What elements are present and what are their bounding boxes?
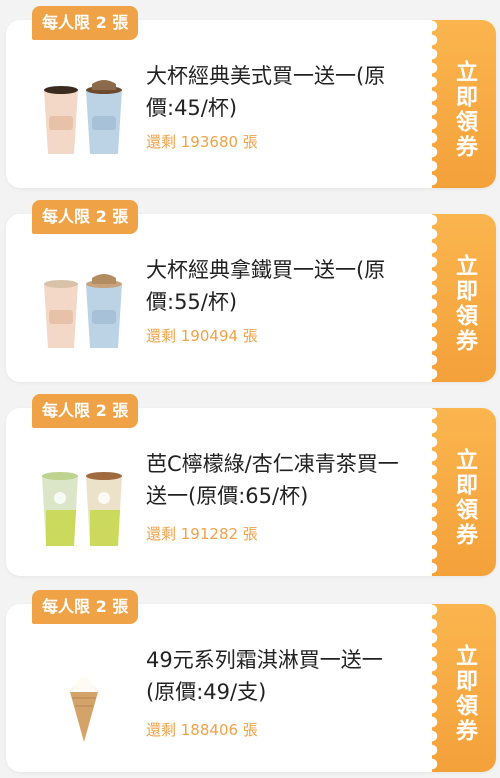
claim-coupon-button[interactable]: 立即領券 xyxy=(426,214,496,382)
coupon-title: 芭C檸檬綠/杏仁凍青茶買一送一(原價:65/杯) xyxy=(146,452,399,508)
coupon-card: 每人限 2 張 芭C檸檬綠/杏仁凍青茶買一送一(原價:65/杯) 還剩 1912… xyxy=(6,394,496,576)
limit-badge: 每人限 2 張 xyxy=(32,394,139,428)
coupon-title: 大杯經典拿鐵買一送一(原價:55/杯) xyxy=(146,258,386,314)
claim-coupon-button[interactable]: 立即領券 xyxy=(426,604,496,772)
coupon-body: 49元系列霜淇淋買一送一(原價:49/支) 還剩 188406 張 立即領券 xyxy=(6,604,496,772)
claim-coupon-label: 立即領券 xyxy=(452,644,477,744)
claim-coupon-label: 立即領券 xyxy=(452,448,477,548)
ice-cream-cone-icon xyxy=(36,650,132,746)
coupon-body: 芭C檸檬綠/杏仁凍青茶買一送一(原價:65/杯) 還剩 191282 張 立即領… xyxy=(6,408,496,576)
coupon-card: 每人限 2 張 49元系列霜淇淋買一送一(原價:49/支) 還剩 188406 … xyxy=(6,590,496,772)
coffee-cups-icon xyxy=(36,66,132,162)
remaining-count: 還剩 193680 張 xyxy=(146,133,258,151)
limit-badge: 每人限 2 張 xyxy=(32,6,139,40)
remaining-count: 還剩 191282 張 xyxy=(146,525,258,543)
latte-cups-icon xyxy=(36,260,132,356)
claim-coupon-label: 立即領券 xyxy=(452,254,477,354)
remaining-count: 還剩 190494 張 xyxy=(146,327,258,345)
claim-coupon-button[interactable]: 立即領券 xyxy=(426,408,496,576)
coupon-body: 大杯經典拿鐵買一送一(原價:55/杯) 還剩 190494 張 立即領券 xyxy=(6,214,496,382)
coupon-title: 49元系列霜淇淋買一送一(原價:49/支) xyxy=(146,648,383,704)
coupon-card: 每人限 2 張 大杯經典美式買一送一(原價:45/杯) 還剩 193680 張 … xyxy=(6,6,496,188)
limit-badge: 每人限 2 張 xyxy=(32,590,139,624)
claim-coupon-button[interactable]: 立即領券 xyxy=(426,20,496,188)
tea-cups-icon xyxy=(36,454,132,550)
coupon-title: 大杯經典美式買一送一(原價:45/杯) xyxy=(146,64,386,120)
claim-coupon-label: 立即領券 xyxy=(452,60,477,160)
remaining-count: 還剩 188406 張 xyxy=(146,721,258,739)
coupon-card: 每人限 2 張 大杯經典拿鐵買一送一(原價:55/杯) 還剩 190494 張 … xyxy=(6,200,496,382)
coupon-body: 大杯經典美式買一送一(原價:45/杯) 還剩 193680 張 立即領券 xyxy=(6,20,496,188)
limit-badge: 每人限 2 張 xyxy=(32,200,139,234)
